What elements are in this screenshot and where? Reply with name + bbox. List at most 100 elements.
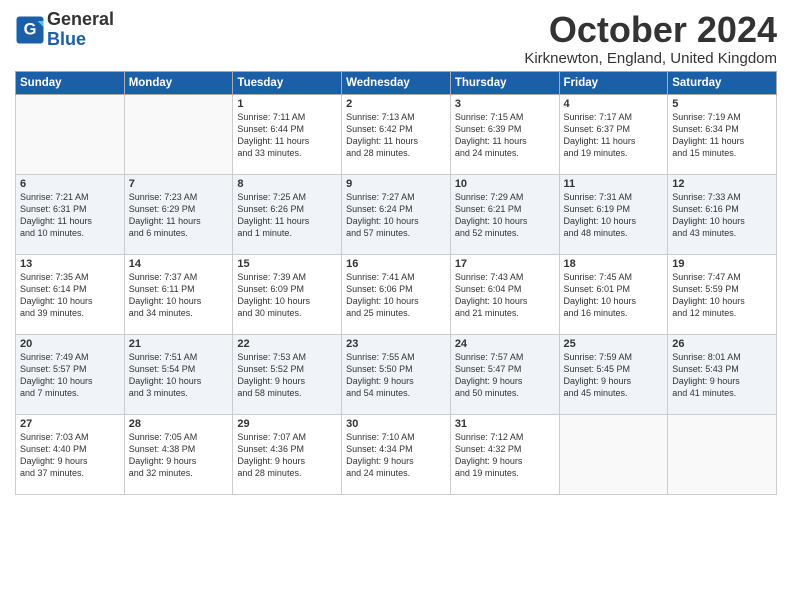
header-day-wednesday: Wednesday bbox=[342, 71, 451, 94]
header-day-saturday: Saturday bbox=[668, 71, 777, 94]
day-number: 9 bbox=[346, 178, 446, 190]
calendar-cell: 18Sunrise: 7:45 AM Sunset: 6:01 PM Dayli… bbox=[559, 254, 668, 334]
calendar-cell: 2Sunrise: 7:13 AM Sunset: 6:42 PM Daylig… bbox=[342, 94, 451, 174]
day-number: 29 bbox=[237, 418, 337, 430]
day-info: Sunrise: 7:51 AM Sunset: 5:54 PM Dayligh… bbox=[129, 351, 229, 400]
calendar-cell: 31Sunrise: 7:12 AM Sunset: 4:32 PM Dayli… bbox=[450, 414, 559, 494]
day-info: Sunrise: 7:59 AM Sunset: 5:45 PM Dayligh… bbox=[564, 351, 664, 400]
day-info: Sunrise: 7:47 AM Sunset: 5:59 PM Dayligh… bbox=[672, 271, 772, 320]
day-number: 8 bbox=[237, 178, 337, 190]
day-info: Sunrise: 7:49 AM Sunset: 5:57 PM Dayligh… bbox=[20, 351, 120, 400]
day-number: 17 bbox=[455, 258, 555, 270]
day-info: Sunrise: 7:55 AM Sunset: 5:50 PM Dayligh… bbox=[346, 351, 446, 400]
day-info: Sunrise: 7:29 AM Sunset: 6:21 PM Dayligh… bbox=[455, 191, 555, 240]
header-day-sunday: Sunday bbox=[16, 71, 125, 94]
week-row-4: 20Sunrise: 7:49 AM Sunset: 5:57 PM Dayli… bbox=[16, 334, 777, 414]
day-number: 12 bbox=[672, 178, 772, 190]
calendar-cell: 24Sunrise: 7:57 AM Sunset: 5:47 PM Dayli… bbox=[450, 334, 559, 414]
day-info: Sunrise: 7:31 AM Sunset: 6:19 PM Dayligh… bbox=[564, 191, 664, 240]
day-number: 11 bbox=[564, 178, 664, 190]
day-info: Sunrise: 7:27 AM Sunset: 6:24 PM Dayligh… bbox=[346, 191, 446, 240]
calendar-cell: 15Sunrise: 7:39 AM Sunset: 6:09 PM Dayli… bbox=[233, 254, 342, 334]
day-number: 30 bbox=[346, 418, 446, 430]
day-number: 27 bbox=[20, 418, 120, 430]
week-row-3: 13Sunrise: 7:35 AM Sunset: 6:14 PM Dayli… bbox=[16, 254, 777, 334]
calendar-cell: 26Sunrise: 8:01 AM Sunset: 5:43 PM Dayli… bbox=[668, 334, 777, 414]
day-info: Sunrise: 7:37 AM Sunset: 6:11 PM Dayligh… bbox=[129, 271, 229, 320]
calendar-cell: 21Sunrise: 7:51 AM Sunset: 5:54 PM Dayli… bbox=[124, 334, 233, 414]
day-info: Sunrise: 7:33 AM Sunset: 6:16 PM Dayligh… bbox=[672, 191, 772, 240]
logo: G General Blue bbox=[15, 10, 114, 50]
day-info: Sunrise: 7:19 AM Sunset: 6:34 PM Dayligh… bbox=[672, 111, 772, 160]
calendar-cell: 25Sunrise: 7:59 AM Sunset: 5:45 PM Dayli… bbox=[559, 334, 668, 414]
header-day-tuesday: Tuesday bbox=[233, 71, 342, 94]
day-number: 10 bbox=[455, 178, 555, 190]
day-info: Sunrise: 7:25 AM Sunset: 6:26 PM Dayligh… bbox=[237, 191, 337, 240]
header-day-monday: Monday bbox=[124, 71, 233, 94]
calendar-cell: 20Sunrise: 7:49 AM Sunset: 5:57 PM Dayli… bbox=[16, 334, 125, 414]
calendar-cell: 14Sunrise: 7:37 AM Sunset: 6:11 PM Dayli… bbox=[124, 254, 233, 334]
calendar-cell: 11Sunrise: 7:31 AM Sunset: 6:19 PM Dayli… bbox=[559, 174, 668, 254]
calendar-cell: 28Sunrise: 7:05 AM Sunset: 4:38 PM Dayli… bbox=[124, 414, 233, 494]
day-info: Sunrise: 7:21 AM Sunset: 6:31 PM Dayligh… bbox=[20, 191, 120, 240]
calendar-table: SundayMondayTuesdayWednesdayThursdayFrid… bbox=[15, 71, 777, 495]
logo-icon: G bbox=[15, 15, 45, 45]
logo-line2: Blue bbox=[47, 29, 86, 49]
day-info: Sunrise: 7:05 AM Sunset: 4:38 PM Dayligh… bbox=[129, 431, 229, 480]
calendar-cell: 9Sunrise: 7:27 AM Sunset: 6:24 PM Daylig… bbox=[342, 174, 451, 254]
day-info: Sunrise: 7:10 AM Sunset: 4:34 PM Dayligh… bbox=[346, 431, 446, 480]
day-number: 26 bbox=[672, 338, 772, 350]
day-number: 24 bbox=[455, 338, 555, 350]
day-number: 14 bbox=[129, 258, 229, 270]
day-number: 31 bbox=[455, 418, 555, 430]
header-day-friday: Friday bbox=[559, 71, 668, 94]
svg-text:G: G bbox=[24, 20, 37, 38]
calendar-cell: 19Sunrise: 7:47 AM Sunset: 5:59 PM Dayli… bbox=[668, 254, 777, 334]
day-info: Sunrise: 7:13 AM Sunset: 6:42 PM Dayligh… bbox=[346, 111, 446, 160]
calendar-cell: 6Sunrise: 7:21 AM Sunset: 6:31 PM Daylig… bbox=[16, 174, 125, 254]
day-number: 19 bbox=[672, 258, 772, 270]
day-info: Sunrise: 7:12 AM Sunset: 4:32 PM Dayligh… bbox=[455, 431, 555, 480]
calendar-cell: 13Sunrise: 7:35 AM Sunset: 6:14 PM Dayli… bbox=[16, 254, 125, 334]
week-row-5: 27Sunrise: 7:03 AM Sunset: 4:40 PM Dayli… bbox=[16, 414, 777, 494]
calendar-cell bbox=[16, 94, 125, 174]
day-number: 4 bbox=[564, 98, 664, 110]
day-number: 5 bbox=[672, 98, 772, 110]
week-row-2: 6Sunrise: 7:21 AM Sunset: 6:31 PM Daylig… bbox=[16, 174, 777, 254]
day-number: 25 bbox=[564, 338, 664, 350]
calendar-cell: 3Sunrise: 7:15 AM Sunset: 6:39 PM Daylig… bbox=[450, 94, 559, 174]
calendar-cell: 10Sunrise: 7:29 AM Sunset: 6:21 PM Dayli… bbox=[450, 174, 559, 254]
calendar-cell: 23Sunrise: 7:55 AM Sunset: 5:50 PM Dayli… bbox=[342, 334, 451, 414]
header-day-thursday: Thursday bbox=[450, 71, 559, 94]
day-number: 22 bbox=[237, 338, 337, 350]
calendar-cell: 17Sunrise: 7:43 AM Sunset: 6:04 PM Dayli… bbox=[450, 254, 559, 334]
day-info: Sunrise: 7:39 AM Sunset: 6:09 PM Dayligh… bbox=[237, 271, 337, 320]
day-number: 21 bbox=[129, 338, 229, 350]
day-info: Sunrise: 7:11 AM Sunset: 6:44 PM Dayligh… bbox=[237, 111, 337, 160]
calendar-cell: 5Sunrise: 7:19 AM Sunset: 6:34 PM Daylig… bbox=[668, 94, 777, 174]
calendar-cell: 16Sunrise: 7:41 AM Sunset: 6:06 PM Dayli… bbox=[342, 254, 451, 334]
day-number: 13 bbox=[20, 258, 120, 270]
day-info: Sunrise: 7:45 AM Sunset: 6:01 PM Dayligh… bbox=[564, 271, 664, 320]
day-number: 3 bbox=[455, 98, 555, 110]
location: Kirknewton, England, United Kingdom bbox=[524, 50, 777, 67]
page-container: G General Blue October 2024 Kirknewton, … bbox=[0, 0, 792, 500]
calendar-cell: 29Sunrise: 7:07 AM Sunset: 4:36 PM Dayli… bbox=[233, 414, 342, 494]
day-number: 2 bbox=[346, 98, 446, 110]
calendar-cell: 30Sunrise: 7:10 AM Sunset: 4:34 PM Dayli… bbox=[342, 414, 451, 494]
header: G General Blue October 2024 Kirknewton, … bbox=[15, 10, 777, 67]
day-number: 23 bbox=[346, 338, 446, 350]
day-info: Sunrise: 7:07 AM Sunset: 4:36 PM Dayligh… bbox=[237, 431, 337, 480]
calendar-cell bbox=[124, 94, 233, 174]
day-info: Sunrise: 7:41 AM Sunset: 6:06 PM Dayligh… bbox=[346, 271, 446, 320]
day-info: Sunrise: 7:53 AM Sunset: 5:52 PM Dayligh… bbox=[237, 351, 337, 400]
title-block: October 2024 Kirknewton, England, United… bbox=[524, 10, 777, 67]
calendar-cell bbox=[559, 414, 668, 494]
logo-text: General Blue bbox=[47, 10, 114, 50]
month-title: October 2024 bbox=[524, 10, 777, 50]
calendar-cell: 7Sunrise: 7:23 AM Sunset: 6:29 PM Daylig… bbox=[124, 174, 233, 254]
calendar-cell: 4Sunrise: 7:17 AM Sunset: 6:37 PM Daylig… bbox=[559, 94, 668, 174]
day-number: 6 bbox=[20, 178, 120, 190]
calendar-cell: 22Sunrise: 7:53 AM Sunset: 5:52 PM Dayli… bbox=[233, 334, 342, 414]
calendar-cell: 12Sunrise: 7:33 AM Sunset: 6:16 PM Dayli… bbox=[668, 174, 777, 254]
